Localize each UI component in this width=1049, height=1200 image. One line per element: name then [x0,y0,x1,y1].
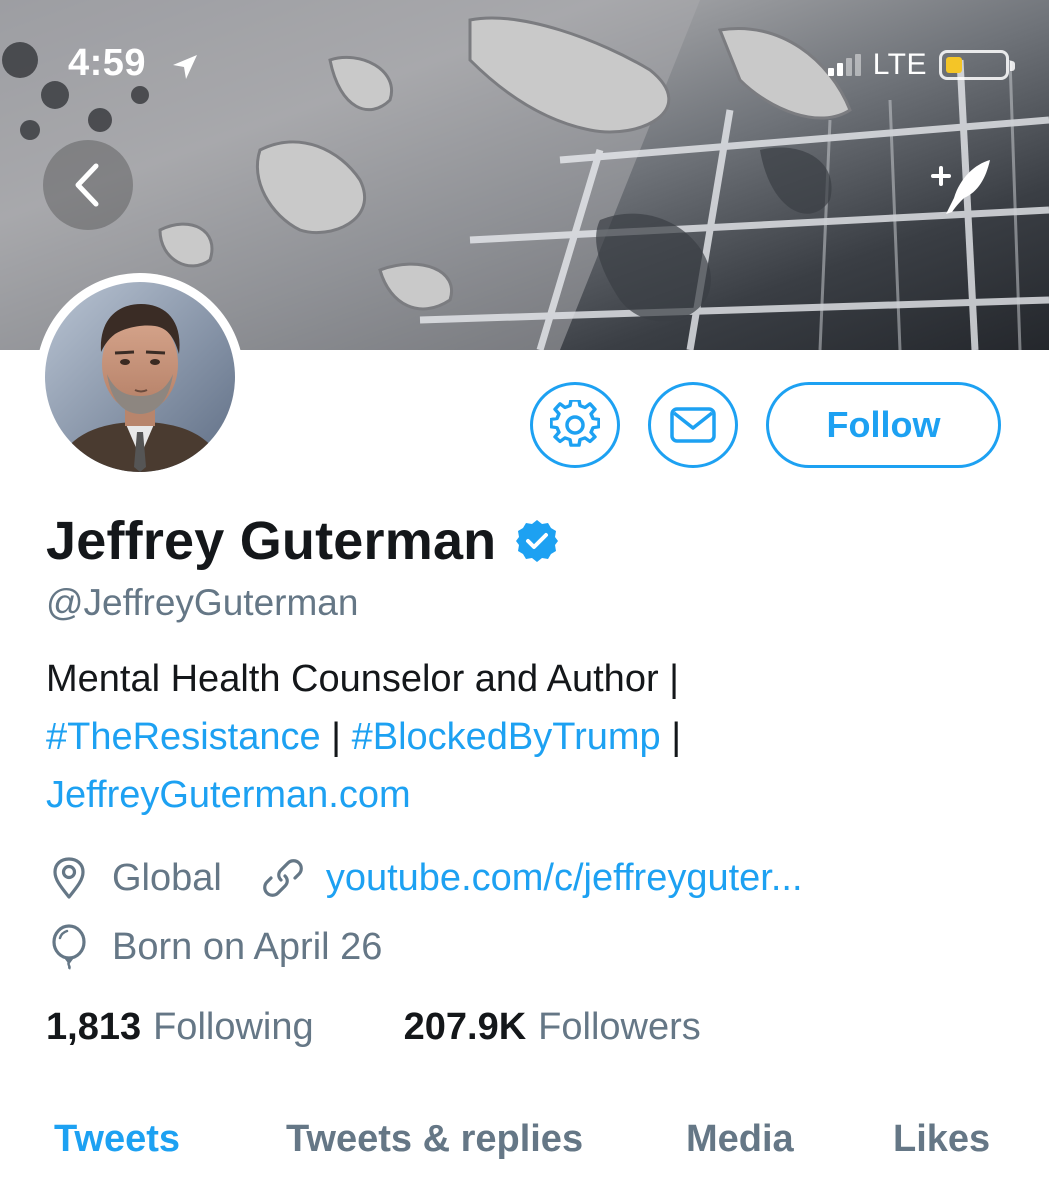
envelope-icon [670,407,716,443]
profile-url-link[interactable]: youtube.com/c/jeffreyguter... [326,857,803,900]
settings-button[interactable] [530,382,620,468]
bio-line-2: #TheResistance | #BlockedByTrump | [46,708,1006,766]
link-icon [260,855,306,901]
gear-icon [550,400,600,447]
compose-tweet-icon[interactable] [920,150,1000,230]
followers-count: 207.9K [403,1006,527,1048]
tab-tweets[interactable]: Tweets [54,1118,180,1161]
hashtag-link[interactable]: #TheResistance [46,716,321,758]
profile-bio: Mental Health Counselor and Author | #Th… [46,650,1006,824]
profile-location: Global [112,856,222,899]
bio-line-1: Mental Health Counselor and Author | [46,658,680,700]
bio-website-link[interactable]: JeffreyGuterman.com [46,766,1006,824]
location-pin-icon [46,855,92,901]
profile-avatar[interactable] [36,273,244,481]
hashtag-link[interactable]: #BlockedByTrump [352,716,661,758]
follow-button[interactable]: Follow [766,382,1001,468]
message-button[interactable] [648,382,738,468]
status-indicators: LTE [827,48,1015,82]
bio-separator: | [660,716,682,758]
profile-name: Jeffrey Guterman [46,511,497,571]
back-button[interactable] [43,140,133,230]
avatar-photo [45,282,235,472]
location-arrow-icon [173,55,197,79]
network-type: LTE [872,48,927,81]
profile-meta-row: Global youtube.com/c/jeffreyguter... [46,855,803,901]
profile-handle: @JeffreyGuterman [46,582,359,623]
bio-separator: | [320,716,352,758]
status-time: 4:59 [68,42,147,84]
following-stat[interactable]: 1,813 Following [46,1006,314,1049]
balloon-icon [46,924,92,970]
chevron-left-icon [75,163,99,207]
following-label: Following [153,1006,314,1048]
profile-meta-row: Born on April 26 [46,924,382,970]
battery-icon [939,50,1015,80]
profile-name-row: Jeffrey Guterman [46,510,560,572]
tab-media[interactable]: Media [686,1118,794,1161]
verified-badge-icon [516,520,559,562]
tab-tweets-and-replies[interactable]: Tweets & replies [286,1118,583,1161]
followers-stat[interactable]: 207.9K Followers [404,1006,701,1049]
signal-strength-icon [827,54,861,76]
profile-birthday: Born on April 26 [112,925,383,968]
tab-likes[interactable]: Likes [893,1118,990,1161]
following-count: 1,813 [46,1006,142,1048]
profile-stats: 1,813 Following 207.9K Followers [46,1006,701,1049]
followers-label: Followers [538,1006,701,1048]
profile-tabs: Tweets Tweets & replies Media Likes [0,1118,1049,1178]
